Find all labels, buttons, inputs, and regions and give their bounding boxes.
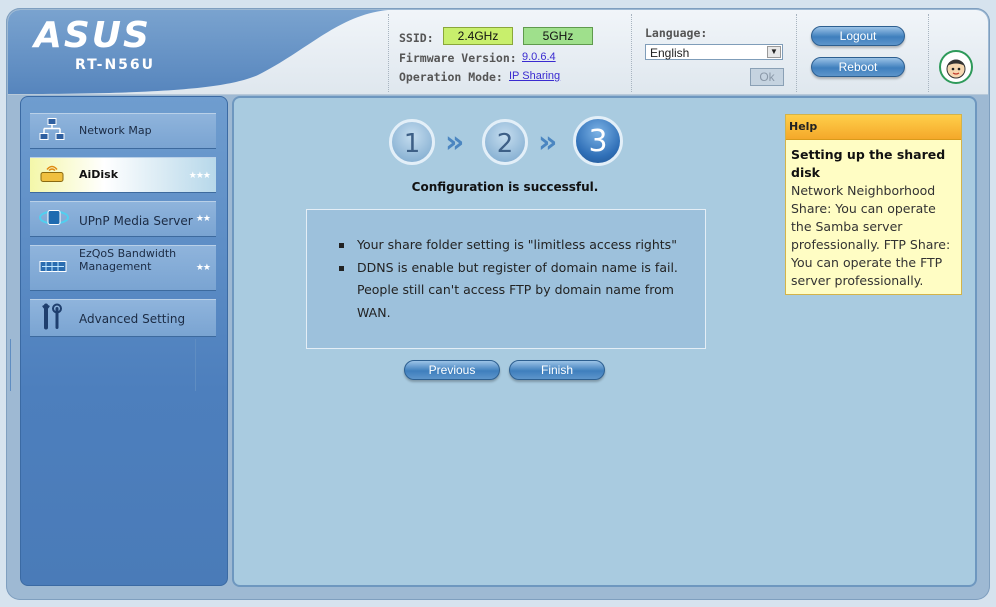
help-title: Setting up the shared disk: [791, 147, 946, 180]
sidebar-item-label: Advanced Setting: [79, 312, 186, 326]
result-message-box: Your share folder setting is "limitless …: [306, 209, 706, 349]
step-arrow-icon: »: [538, 125, 558, 160]
ssid-24ghz-button[interactable]: 2.4GHz: [443, 27, 513, 45]
operation-mode-label: Operation Mode:: [399, 70, 503, 84]
configuration-status: Configuration is successful.: [411, 180, 599, 194]
wizard-step-2: 2: [482, 119, 528, 165]
mascot-face-icon: [946, 59, 966, 79]
aidisk-icon: [38, 161, 66, 190]
network-map-icon: [38, 117, 66, 146]
sidebar-item-aidisk[interactable]: AiDisk ★★★: [30, 157, 216, 193]
help-panel: Help Setting up the shared disk Network …: [785, 114, 962, 295]
ssid-label: SSID:: [399, 31, 434, 45]
header-divider: [928, 14, 929, 92]
chevron-down-icon[interactable]: ▼: [767, 46, 781, 58]
rating-stars-icon: ★★: [195, 263, 211, 273]
sidebar-item-label: Network Map: [79, 124, 152, 137]
mascot-avatar-icon: [939, 50, 973, 84]
sidebar-item-ezqos[interactable]: EzQoS Bandwidth Management ★★: [30, 245, 216, 291]
firmware-version-link[interactable]: 9.0.6.4: [522, 51, 556, 63]
help-body: Network Neighborhood Share: You can oper…: [791, 183, 951, 288]
reboot-button[interactable]: Reboot: [811, 57, 905, 77]
language-selected-value: English: [650, 46, 690, 60]
sidebar-item-upnp-media-server[interactable]: UPnP Media Server ★★: [30, 201, 216, 237]
operation-mode-link[interactable]: IP Sharing: [509, 70, 560, 82]
language-ok-button[interactable]: Ok: [750, 68, 784, 86]
model-name: RT-N56U: [75, 57, 156, 73]
rating-stars-icon: ★★★: [188, 171, 211, 181]
qos-icon: [38, 254, 68, 283]
step-arrow-icon: »: [445, 125, 465, 160]
sidebar-item-label: EzQoS Bandwidth Management: [79, 247, 177, 273]
header-divider: [631, 14, 632, 92]
firmware-label: Firmware Version:: [399, 51, 517, 65]
sidebar-empty-slot: [10, 339, 196, 391]
wizard-step-3: 3: [573, 116, 623, 166]
tools-icon: [38, 303, 66, 334]
list-item: DDNS is enable but register of domain na…: [337, 257, 697, 325]
sidebar-item-advanced-setting[interactable]: Advanced Setting: [30, 299, 216, 337]
sidebar-item-network-map[interactable]: Network Map: [30, 113, 216, 149]
list-item: Your share folder setting is "limitless …: [337, 234, 697, 257]
sidebar-item-label: AiDisk: [79, 168, 119, 181]
message-text: Your share folder setting is "limitless …: [357, 237, 677, 252]
upnp-icon: [38, 205, 70, 234]
previous-button[interactable]: Previous: [404, 360, 500, 380]
brand-logo: ASUS: [34, 15, 151, 56]
bullet-icon: [339, 265, 344, 271]
finish-button[interactable]: Finish: [509, 360, 605, 380]
header-divider: [388, 14, 389, 92]
language-label: Language:: [645, 26, 708, 40]
header-divider: [796, 14, 797, 92]
message-text: DDNS is enable but register of domain na…: [357, 259, 678, 320]
wizard-step-1: 1: [389, 119, 435, 165]
bullet-icon: [339, 243, 344, 248]
ssid-5ghz-button[interactable]: 5GHz: [523, 27, 593, 45]
logout-button[interactable]: Logout: [811, 26, 905, 46]
rating-stars-icon: ★★: [195, 214, 211, 224]
language-select[interactable]: English ▼: [645, 44, 783, 60]
sidebar-item-label: UPnP Media Server: [79, 214, 193, 228]
help-header: Help: [786, 115, 961, 140]
result-message-list: Your share folder setting is "limitless …: [337, 234, 697, 324]
